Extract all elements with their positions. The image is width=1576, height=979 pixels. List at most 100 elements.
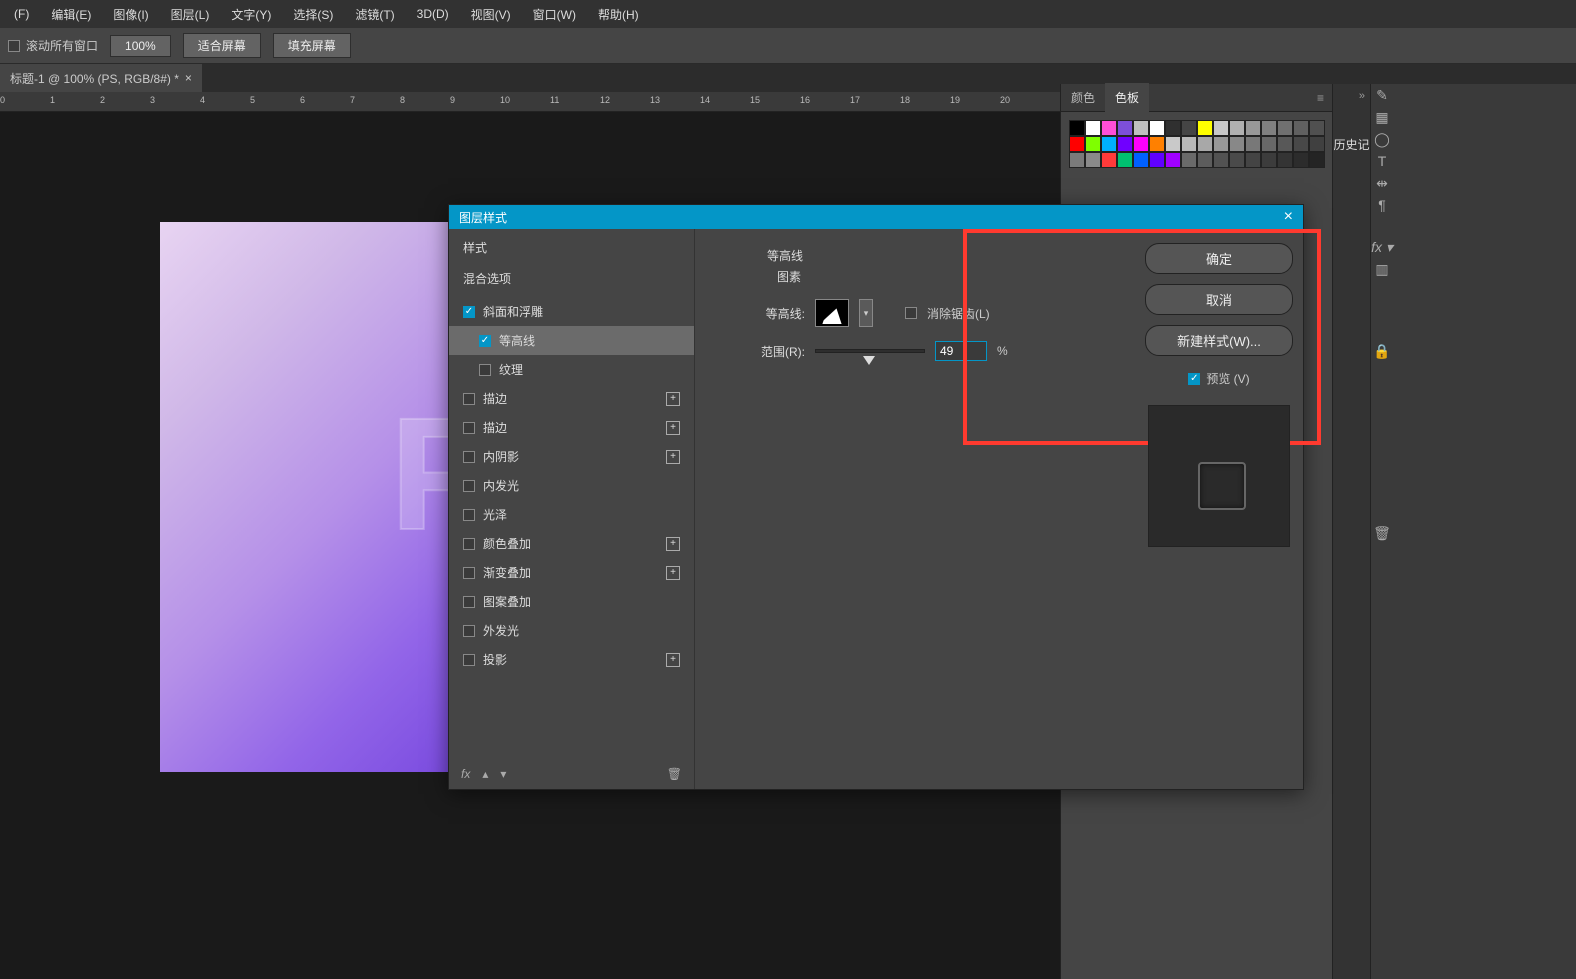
fx-label[interactable]: fx [461,767,470,781]
document-tab[interactable]: 标题-1 @ 100% (PS, RGB/8#) * × [0,64,202,92]
checkbox-icon[interactable] [463,625,475,637]
close-tab-icon[interactable]: × [185,71,192,85]
swatches-panel-tab[interactable]: 色板 [1105,83,1149,112]
canvas-artboard[interactable]: P [160,222,450,772]
bevel-emboss-row[interactable]: ✓ 斜面和浮雕 [449,297,694,326]
swatch[interactable] [1181,136,1197,152]
overflow-icon[interactable]: » [1359,90,1366,102]
menu-select[interactable]: 选择(S) [283,2,343,27]
scroll-all-windows-option[interactable]: 滚动所有窗口 [8,37,98,54]
add-instance-icon[interactable]: + [666,566,680,580]
menu-view[interactable]: 视图(V) [461,2,521,27]
swatch[interactable] [1213,136,1229,152]
swatch[interactable] [1293,136,1309,152]
menu-layer[interactable]: 图层(L) [161,2,220,27]
dialog-close-icon[interactable]: × [1284,208,1293,226]
move-up-icon[interactable]: ▴ [482,767,488,781]
menu-filter[interactable]: 滤镜(T) [345,2,404,27]
drop-shadow-row[interactable]: 投影 + [449,645,694,674]
swatch[interactable] [1101,120,1117,136]
swatch[interactable] [1101,152,1117,168]
checkbox-icon[interactable] [463,567,475,579]
contour-picker[interactable] [815,299,849,327]
stroke-row-1[interactable]: 描边 + [449,384,694,413]
add-instance-icon[interactable]: + [666,537,680,551]
checkbox-icon[interactable] [463,422,475,434]
swatch[interactable] [1117,152,1133,168]
swatch[interactable] [1245,120,1261,136]
swatch[interactable] [1309,152,1325,168]
checkbox-icon[interactable] [463,596,475,608]
inner-glow-row[interactable]: 内发光 [449,471,694,500]
menu-help[interactable]: 帮助(H) [588,2,649,27]
swatch[interactable] [1101,136,1117,152]
swatch[interactable] [1245,152,1261,168]
swatch[interactable] [1245,136,1261,152]
circle-icon[interactable]: ◯ [1371,128,1393,150]
swatch[interactable] [1197,136,1213,152]
inner-shadow-row[interactable]: 内阴影 + [449,442,694,471]
outer-glow-row[interactable]: 外发光 [449,616,694,645]
satin-row[interactable]: 光泽 [449,500,694,529]
swatch[interactable] [1261,120,1277,136]
fx-icon[interactable]: fx ▾ [1371,236,1393,258]
panel-icon[interactable]: ▥ [1371,258,1393,280]
zoom-level-button[interactable]: 100% [110,35,171,57]
swatch[interactable] [1277,136,1293,152]
swatch[interactable] [1149,152,1165,168]
slider-thumb-icon[interactable] [863,356,875,365]
preview-toggle[interactable]: ✓ 预览 (V) [1145,370,1293,387]
swatch[interactable] [1117,136,1133,152]
swatch[interactable] [1277,120,1293,136]
swatch[interactable] [1149,136,1165,152]
align-icon[interactable]: ⇹ [1371,172,1393,194]
swatch[interactable] [1309,136,1325,152]
menu-image[interactable]: 图像(I) [103,2,158,27]
menu-window[interactable]: 窗口(W) [523,2,586,27]
add-instance-icon[interactable]: + [666,421,680,435]
swatch[interactable] [1229,120,1245,136]
trash-icon[interactable]: 🗑 [1371,522,1393,544]
swatch[interactable] [1229,136,1245,152]
checkbox-icon[interactable] [463,654,475,666]
swatch[interactable] [1165,136,1181,152]
delete-style-icon[interactable]: 🗑 [667,767,682,781]
swatch[interactable] [1261,152,1277,168]
add-instance-icon[interactable]: + [666,653,680,667]
swatch[interactable] [1133,120,1149,136]
swatch[interactable] [1293,120,1309,136]
swatches-icon[interactable]: ▦ [1371,106,1393,128]
checkbox-icon[interactable] [463,509,475,521]
fit-screen-button[interactable]: 适合屏幕 [183,33,261,58]
menu-3d[interactable]: 3D(D) [407,3,459,25]
swatch[interactable] [1149,120,1165,136]
lock-icon[interactable]: 🔒 [1371,340,1393,362]
swatch[interactable] [1133,136,1149,152]
anti-alias-checkbox[interactable] [905,307,917,319]
swatch[interactable] [1085,120,1101,136]
swatch[interactable] [1181,152,1197,168]
checkbox-icon[interactable]: ✓ [479,335,491,347]
swatch[interactable] [1069,152,1085,168]
menu-file[interactable]: (F) [4,3,39,25]
swatch[interactable] [1069,120,1085,136]
checkbox-icon[interactable] [8,40,20,52]
swatch[interactable] [1197,152,1213,168]
swatch[interactable] [1133,152,1149,168]
paragraph-icon[interactable]: ¶ [1371,194,1393,216]
swatch[interactable] [1229,152,1245,168]
checkbox-icon[interactable] [463,480,475,492]
pattern-overlay-row[interactable]: 图案叠加 [449,587,694,616]
swatch[interactable] [1181,120,1197,136]
dialog-titlebar[interactable]: 图层样式 × [449,205,1303,229]
color-panel-tab[interactable]: 颜色 [1061,83,1105,112]
swatch[interactable] [1117,120,1133,136]
swatch[interactable] [1213,152,1229,168]
ok-button[interactable]: 确定 [1145,243,1293,274]
styles-header[interactable]: 样式 [449,229,694,266]
contour-row[interactable]: ✓ 等高线 [449,326,694,355]
swatch[interactable] [1165,152,1181,168]
checkbox-icon[interactable] [463,393,475,405]
range-value-input[interactable] [935,341,987,361]
brush-icon[interactable]: ✎ [1371,84,1393,106]
